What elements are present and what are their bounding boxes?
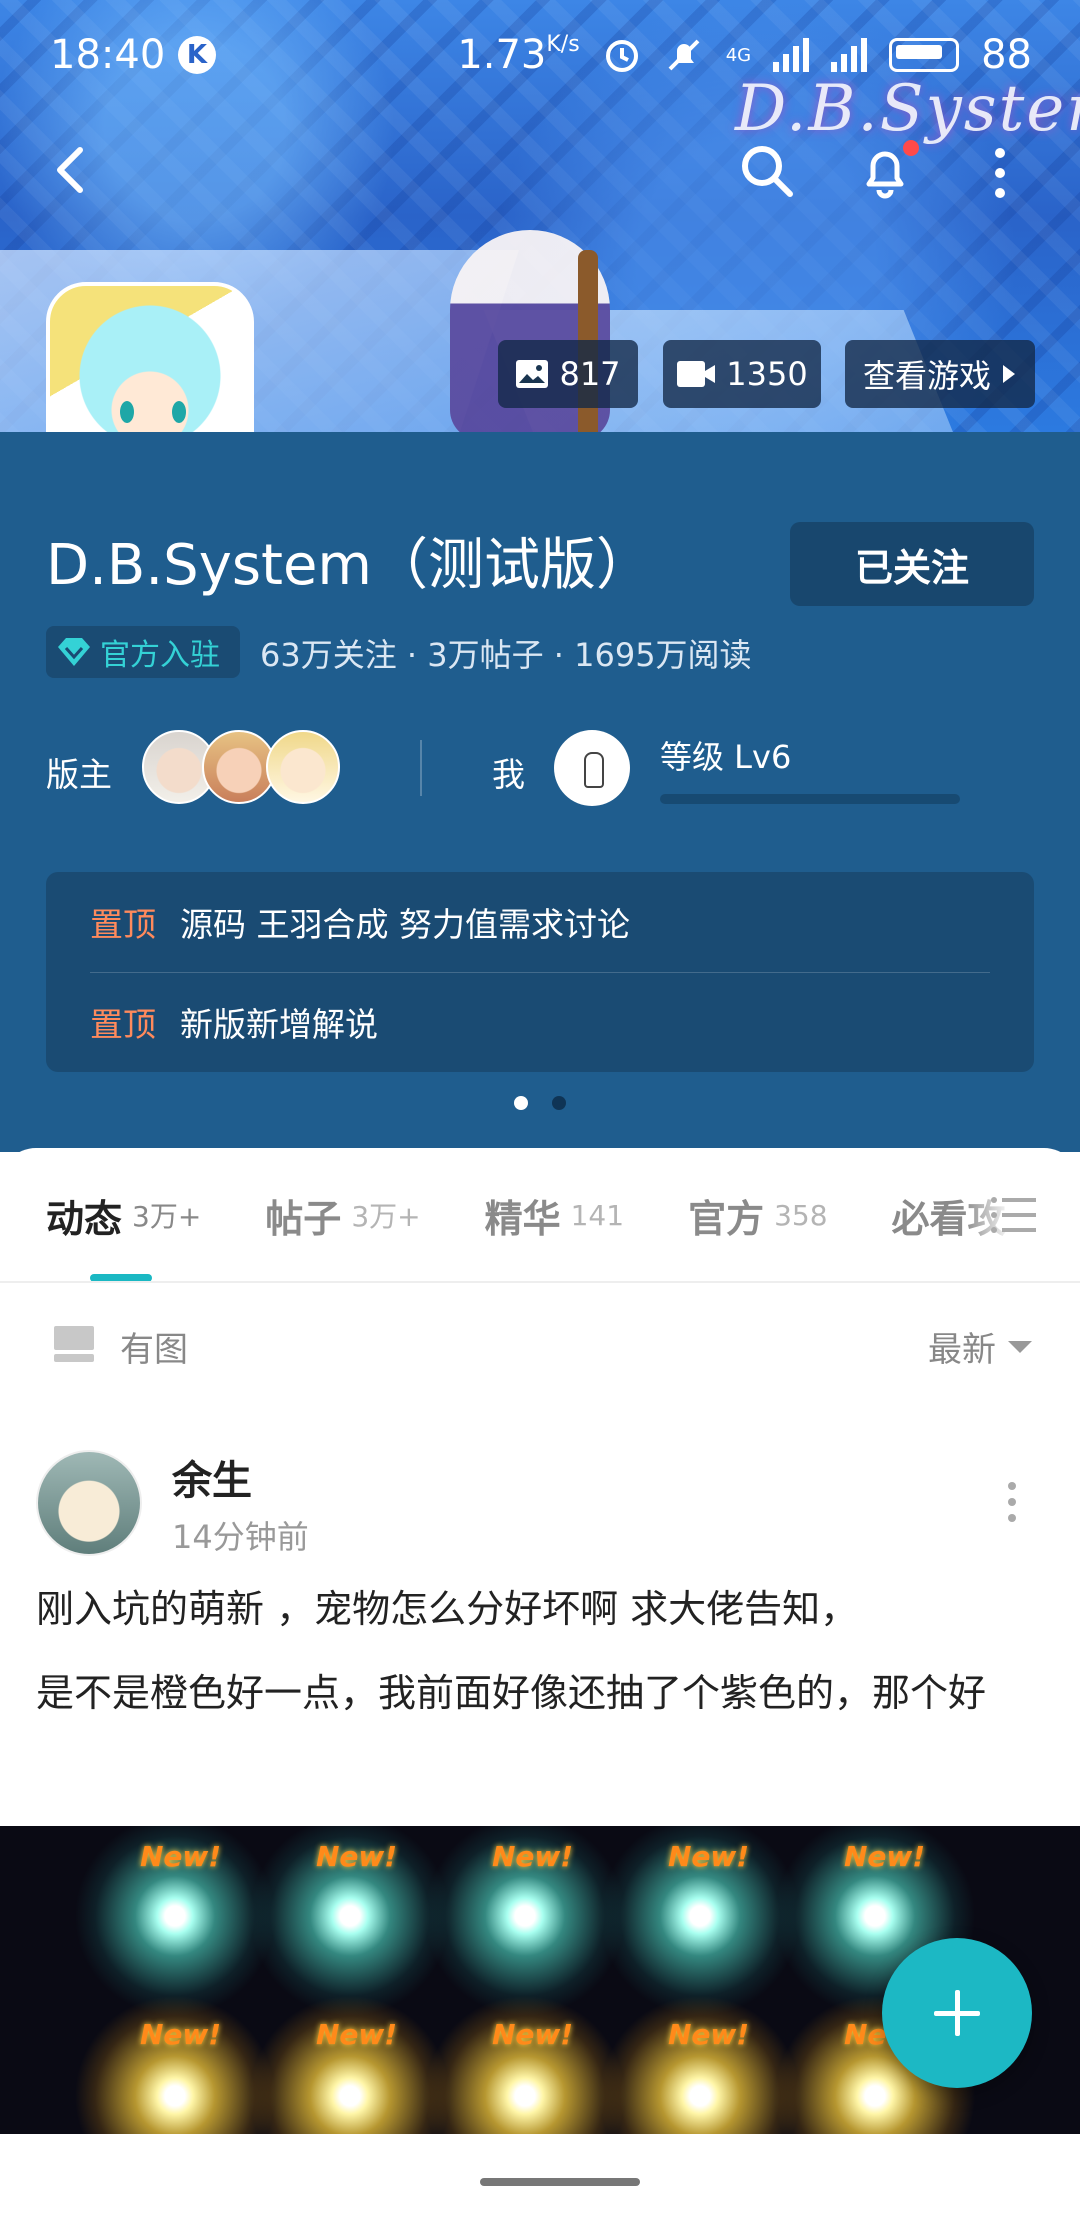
forum-stats: 63万关注 · 3万帖子 · 1695万阅读 [260,636,752,674]
more-vertical-icon[interactable] [990,145,1010,201]
new-label: New! [316,1840,398,1873]
signal-icon [773,38,810,72]
tab-list-menu-icon[interactable] [990,1195,1036,1235]
post-author-name[interactable]: 余生 [172,1448,252,1506]
battery-level: 88 [981,32,1032,78]
icon-eye-decoration [120,401,134,423]
new-label: New! [492,2018,574,2051]
pinned-tag: 置顶 [90,905,156,944]
new-label: New! [668,1840,750,1873]
alarm-icon [605,40,638,72]
tab-featured[interactable]: 精华 141 [485,1150,624,1280]
network-type-label: 4G [725,44,752,66]
divider [420,740,422,796]
view-game-button[interactable]: 查看游戏 [845,340,1035,408]
battery-icon [889,38,960,72]
level-progress-bar [660,794,960,804]
post-text-line[interactable]: 是不是橙色好一点，我前面好像还抽了个紫色的，那个好 [36,1660,1056,1726]
k-app-icon: K [178,36,216,74]
with-image-filter[interactable]: 有图 [120,1322,188,1371]
me-label: 我 [492,755,525,794]
page-dot [552,1096,566,1110]
image-filter-icon[interactable] [52,1322,96,1366]
images-button[interactable]: 817 [498,340,638,408]
status-right-group: 1.73K/s 4G 88 [457,32,1032,78]
pet-burst [600,1996,800,2134]
tab-bar: 动态 3万+ 帖子 3万+ 精华 141 官方 358 必看攻 [0,1150,1080,1280]
my-avatar[interactable] [554,730,630,806]
back-icon[interactable] [44,140,104,200]
videos-button[interactable]: 1350 [663,340,821,408]
post-more-icon[interactable] [1004,1480,1020,1524]
network-speed: 1.73K/s [457,32,580,78]
follow-button[interactable]: 已关注 [790,522,1034,606]
create-post-button[interactable] [882,1938,1032,2088]
pinned-item[interactable]: 置顶 源码 王羽合成 努力值需求讨论 [46,872,1034,972]
signal-icon [831,38,868,72]
user-level: 等级 Lv6 [660,738,792,776]
notification-dot [903,140,919,156]
pinned-tag: 置顶 [90,1005,156,1044]
new-label: New! [668,2018,750,2051]
page-indicator [0,1096,1080,1110]
page-dot-active [514,1096,528,1110]
pinned-title: 新版新增解说 [180,1005,378,1044]
post-time: 14分钟前 [172,1518,309,1556]
search-icon[interactable] [738,142,796,200]
pinned-item[interactable]: 置顶 新版新增解说 [46,972,1034,1072]
video-icon [677,361,716,387]
chevron-down-icon [1008,1340,1032,1353]
official-badge: 官方入驻 [46,626,240,678]
diamond-icon [58,638,90,666]
moderator-avatar[interactable] [202,730,276,804]
tab-official[interactable]: 官方 358 [688,1150,827,1280]
pet-burst [250,1996,450,2134]
new-label: New! [492,1840,574,1873]
play-triangle-icon [1003,365,1015,383]
new-label: New! [140,1840,222,1873]
sort-dropdown[interactable]: 最新 [928,1322,1032,1371]
home-gesture-bar[interactable] [480,2178,640,2186]
forum-title: D.B.System（测试版） [46,533,652,598]
pet-burst [75,1996,275,2134]
new-label: New! [316,2018,398,2051]
post-author-avatar[interactable] [36,1450,142,1556]
moderator-avatar[interactable] [266,730,340,804]
new-label: New! [844,1840,926,1873]
new-label: New! [140,2018,222,2051]
pet-burst [425,1996,625,2134]
icon-eye-decoration [172,401,186,423]
image-icon [516,360,549,388]
moderator-label: 版主 [46,755,112,794]
post-text-line[interactable]: 刚入坑的萌新 ，宠物怎么分好坏啊 求大佬告知， [36,1576,1056,1642]
mute-icon [668,39,700,71]
pinned-title: 源码 王羽合成 努力值需求讨论 [180,905,630,944]
status-time: 18:40 [50,32,166,78]
tab-dynamics[interactable]: 动态 3万+ [46,1150,201,1280]
status-bar: 18:40 K 1.73K/s 4G 88 [0,0,1080,110]
tab-divider [0,1281,1080,1283]
tab-posts[interactable]: 帖子 3万+ [265,1150,420,1280]
